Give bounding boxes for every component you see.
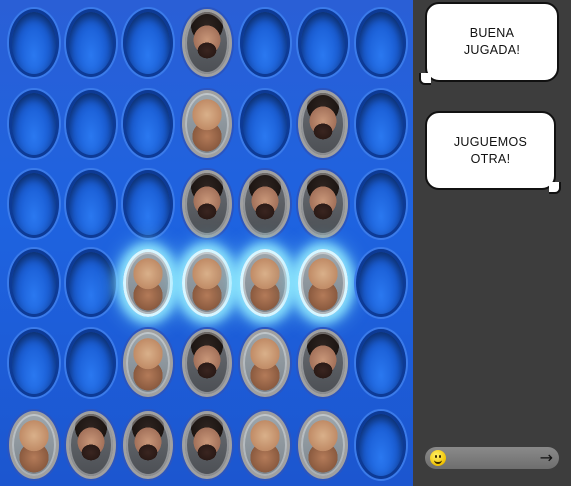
player-disc-bearded[interactable] [66,411,116,479]
player-disc-bearded[interactable] [298,329,348,397]
board-slot-empty[interactable] [66,249,116,317]
chat-bubble-1-tail [419,73,431,85]
player-disc-bald[interactable] [240,249,290,317]
player-disc-bald[interactable] [182,249,232,317]
player-disc-bearded[interactable] [123,411,173,479]
game-board [0,0,413,486]
player-disc-bald[interactable] [240,411,290,479]
chat-bubble-2-line1: JUGUEMOS [453,134,528,149]
smiley-icon[interactable] [430,450,446,466]
board-slot-empty[interactable] [9,329,59,397]
arrow-right-icon[interactable]: → [540,448,553,467]
player-disc-bearded[interactable] [182,329,232,397]
player-disc-bald[interactable] [298,411,348,479]
board-slot-empty[interactable] [66,9,116,77]
board-slot-empty[interactable] [9,249,59,317]
chat-bubble-2-line2: OTRA! [470,151,511,166]
player-disc-bearded[interactable] [298,170,348,238]
board-slot-empty[interactable] [356,90,406,158]
board-slot-empty[interactable] [123,9,173,77]
board-slot-empty[interactable] [123,170,173,238]
player-disc-bearded[interactable] [240,170,290,238]
player-disc-bearded[interactable] [298,90,348,158]
board-slot-empty[interactable] [356,329,406,397]
chat-bubble-1-line1: BUENA [469,26,515,41]
chat-bubble-2-tail [549,182,561,194]
player-disc-bald[interactable] [240,329,290,397]
player-disc-bald[interactable] [182,90,232,158]
board-slot-empty[interactable] [123,90,173,158]
board-slot-empty[interactable] [9,170,59,238]
board-slot-empty[interactable] [66,329,116,397]
chat-bubble-2: JUGUEMOS OTRA! [425,111,556,190]
chat-input-bar[interactable]: → [425,447,559,469]
board-slot-empty[interactable] [356,411,406,479]
board-slot-empty[interactable] [66,170,116,238]
board-slot-empty[interactable] [356,9,406,77]
board-slot-empty[interactable] [298,9,348,77]
chat-bubble-1-line2: JUGADA! [463,43,521,57]
board-slot-empty[interactable] [356,170,406,238]
player-disc-bald[interactable] [9,411,59,479]
player-disc-bald[interactable] [298,249,348,317]
player-disc-bearded[interactable] [182,170,232,238]
player-disc-bearded[interactable] [182,411,232,479]
chat-bubble-1: BUENA JUGADA! [425,2,559,82]
board-slot-empty[interactable] [9,9,59,77]
player-disc-bearded[interactable] [182,9,232,77]
board-slot-empty[interactable] [240,90,290,158]
board-slot-empty[interactable] [9,90,59,158]
player-disc-bald[interactable] [123,329,173,397]
board-slot-empty[interactable] [356,249,406,317]
board-slot-empty[interactable] [240,9,290,77]
board-slot-empty[interactable] [66,90,116,158]
player-disc-bald[interactable] [123,249,173,317]
